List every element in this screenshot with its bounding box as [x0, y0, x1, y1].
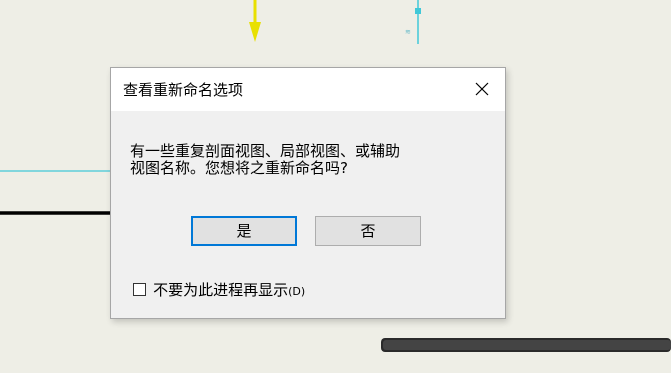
yellow-arrow-marker [249, 0, 261, 42]
yes-button[interactable]: 是 [191, 216, 297, 246]
svg-text:≋: ≋ [405, 28, 411, 36]
close-icon [475, 82, 489, 96]
cyan-vertical-line: ≋ [405, 0, 421, 44]
dont-show-again-label[interactable]: 不要为此进程再显示(D) [153, 279, 305, 300]
close-button[interactable] [459, 68, 505, 111]
rename-options-dialog: 查看重新命名选项 有一些重复剖面视图、局部视图、或辅助 视图名称。您想将之重新命… [110, 67, 506, 319]
message-line-1: 有一些重复剖面视图、局部视图、或辅助 [130, 142, 401, 160]
dark-bar-shape [381, 338, 671, 352]
message-line-2: 视图名称。您想将之重新命名吗? [130, 159, 348, 177]
checkbox-label-text: 不要为此进程再显示 [153, 281, 289, 299]
dialog-message: 有一些重复剖面视图、局部视图、或辅助 视图名称。您想将之重新命名吗? [130, 143, 495, 177]
dont-show-again-checkbox[interactable] [133, 283, 146, 296]
dialog-title: 查看重新命名选项 [123, 81, 244, 99]
no-button[interactable]: 否 [315, 216, 421, 246]
dialog-titlebar: 查看重新命名选项 [111, 68, 505, 111]
dont-show-again-option[interactable]: 不要为此进程再显示(D) [133, 279, 305, 299]
checkbox-accelerator: (D) [288, 285, 306, 298]
